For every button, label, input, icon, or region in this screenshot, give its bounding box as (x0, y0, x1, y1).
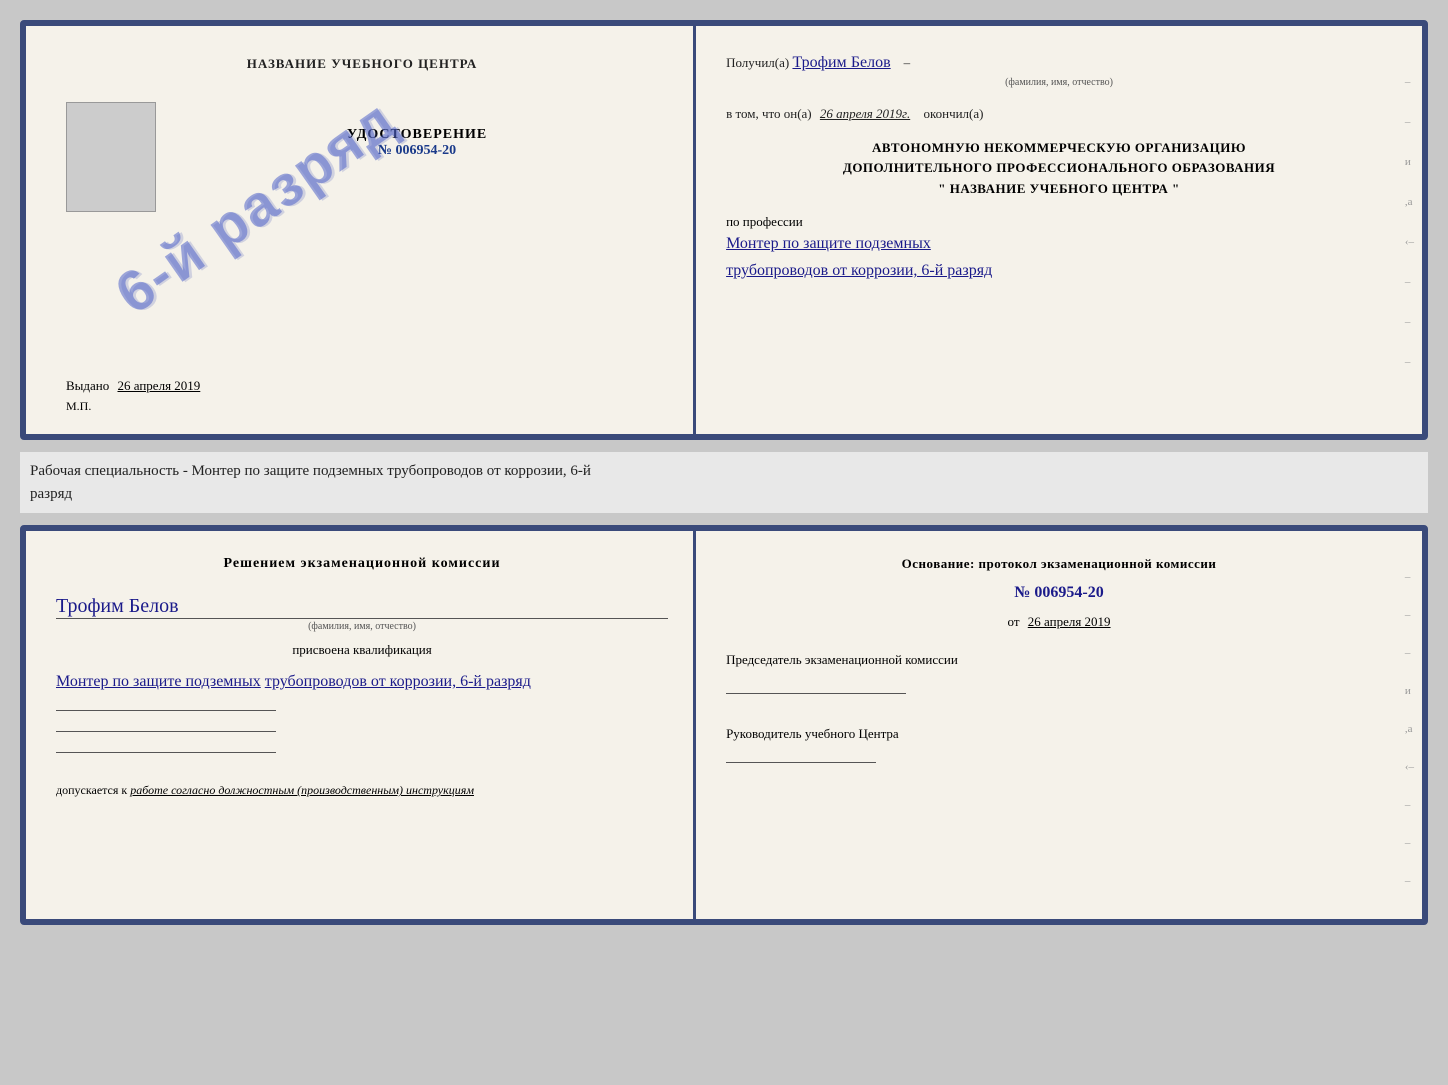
admit-text: допускается к работе согласно должностны… (56, 783, 668, 798)
vtom-row: в том, что он(а) 26 апреля 2019г. окончи… (726, 104, 1392, 124)
cert-bottom-left: Решением экзаменационной комиссии Трофим… (26, 531, 696, 919)
bottom-fio-caption: (фамилия, имя, отчество) (56, 621, 668, 632)
profession-line2: трубопроводов от коррозии, 6-й разряд (726, 257, 1392, 284)
qual-line2: трубопроводов от коррозии, 6-й разряд (265, 673, 531, 690)
protocol-number: № 006954-20 (726, 584, 1392, 602)
fio-caption: (фамилия, имя, отчество) (726, 75, 1392, 90)
okonchil-label: окончил(а) (923, 106, 983, 121)
sig-line-3 (56, 752, 276, 753)
cert-bottom-right: Основание: протокол экзаменационной коми… (696, 531, 1422, 919)
protocol-date: от 26 апреля 2019 (726, 614, 1392, 630)
name-block-bottom: Трофим Белов (фамилия, имя, отчество) (56, 590, 668, 632)
cert-photo-placeholder (66, 102, 156, 212)
recipient-name: Трофим Белов (792, 53, 890, 72)
dopuskaetsya-label: допускается к (56, 783, 127, 797)
poluchil-label: Получил(a) (726, 55, 789, 70)
certificate-bottom: Решением экзаменационной комиссии Трофим… (20, 525, 1428, 925)
profession-block: по профессии Монтер по защите подземных … (726, 214, 1392, 284)
right-deco-lines-top: – – и ,а ‹– – – – (1405, 76, 1414, 368)
cert-top-right: Получил(a) Трофим Белов – (фамилия, имя,… (696, 26, 1422, 434)
vydano-label: Выдано (66, 378, 109, 393)
vydano-date: 26 апреля 2019 (118, 378, 201, 393)
po-professii: по профессии (726, 214, 1392, 230)
prisvoena-text: присвоена квалификация (56, 642, 668, 658)
page-wrapper: НАЗВАНИЕ УЧЕБНОГО ЦЕНТРА УДОСТОВЕРЕНИЕ №… (20, 20, 1428, 925)
rukovod-block: Руководитель учебного Центра (726, 726, 1392, 768)
rukovod-sig-line (726, 762, 876, 763)
middle-line2: разряд (30, 483, 1418, 506)
work-text: работе согласно должностным (производств… (130, 783, 474, 797)
cert-date: 26 апреля 2019г. (820, 106, 910, 121)
cert-mp: М.П. (66, 399, 200, 414)
vtom-label: в том, что он(а) (726, 106, 812, 121)
sig-line-1 (56, 710, 276, 711)
org-quote: " НАЗВАНИЕ УЧЕБНОГО ЦЕНТРА " (726, 179, 1392, 200)
cert-udostoverenie-label: УДОСТОВЕРЕНИЕ (347, 127, 487, 143)
osnov-label: Основание: протокол экзаменационной коми… (726, 556, 1392, 572)
middle-text-block: Рабочая специальность - Монтер по защите… (20, 452, 1428, 513)
decision-title: Решением экзаменационной комиссии (56, 556, 668, 572)
predsedatel-sig-line (726, 693, 906, 694)
profession-line1: Монтер по защите подземных (726, 230, 1392, 257)
predsedatel-label: Председатель экзаменационной комиссии (726, 652, 1392, 668)
bottom-recipient-name: Трофим Белов (56, 595, 668, 618)
cert-top-title: НАЗВАНИЕ УЧЕБНОГО ЦЕНТРА (247, 56, 478, 72)
cert-top-left: НАЗВАНИЕ УЧЕБНОГО ЦЕНТРА УДОСТОВЕРЕНИЕ №… (26, 26, 696, 434)
qual-line1: Монтер по защите подземных (56, 673, 261, 690)
sig-line-2 (56, 731, 276, 732)
qual-block: Монтер по защите подземных трубопроводов… (56, 668, 668, 695)
org-line2: ДОПОЛНИТЕЛЬНОГО ПРОФЕССИОНАЛЬНОГО ОБРАЗО… (726, 158, 1392, 179)
poluchil-row: Получил(a) Трофим Белов – (фамилия, имя,… (726, 51, 1392, 90)
org-block: АВТОНОМНУЮ НЕКОММЕРЧЕСКУЮ ОРГАНИЗАЦИЮ ДО… (726, 138, 1392, 200)
ot-label: от (1008, 614, 1020, 629)
middle-line1: Рабочая специальность - Монтер по защите… (30, 460, 1418, 483)
predsedatel-block: Председатель экзаменационной комиссии (726, 652, 1392, 699)
org-line1: АВТОНОМНУЮ НЕКОММЕРЧЕСКУЮ ОРГАНИЗАЦИЮ (726, 138, 1392, 159)
certificate-top: НАЗВАНИЕ УЧЕБНОГО ЦЕНТРА УДОСТОВЕРЕНИЕ №… (20, 20, 1428, 440)
cert-vydano: Выдано 26 апреля 2019 (66, 368, 200, 394)
ot-date: 26 апреля 2019 (1028, 614, 1111, 629)
rukovod-label: Руководитель учебного Центра (726, 726, 1392, 742)
cert-number: № 006954-20 (378, 143, 456, 159)
right-deco-lines-bottom: – – – и ,а ‹– – – – – (1405, 571, 1414, 925)
